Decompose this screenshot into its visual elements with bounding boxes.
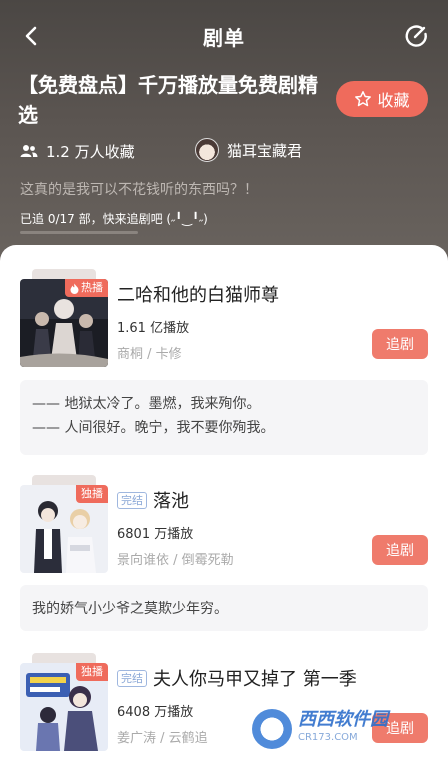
cast-credits: 商桐 / 卡修 — [117, 347, 182, 362]
cover: 热播 — [20, 269, 108, 377]
quote-box: —— 地狱太冷了。墨燃，我来殉你。 —— 人间很好。晚宁，我不要你殉我。 — [20, 380, 428, 455]
tag-label: 热播 — [81, 281, 103, 294]
author-name: 猫耳宝藏君 — [227, 141, 303, 160]
playlist-meta: 1.2 万人收藏 猫耳宝藏君 — [20, 138, 430, 164]
top-bar: 剧单 — [0, 0, 448, 72]
watermark-logo-icon — [252, 709, 292, 749]
cover: 独播 — [20, 653, 108, 761]
play-count: 1.61 亿播放 — [117, 321, 190, 336]
favorites-count-text: 1.2 万人收藏 — [46, 142, 135, 161]
playlist-description: 这真的是我可以不花钱听的东西吗？！ — [20, 182, 258, 198]
edit-button[interactable] — [402, 22, 430, 50]
users-icon — [20, 145, 38, 157]
avatar — [195, 138, 219, 162]
item-title: 夫人你马甲又掉了 第一季 — [153, 669, 357, 690]
playlist-title: 【免费盘点】千万播放量免费剧精选 — [18, 73, 318, 127]
star-icon — [355, 91, 372, 107]
follow-button[interactable]: 追剧 — [372, 535, 428, 565]
play-count: 6408 万播放 — [117, 705, 194, 720]
follow-progress-text: 已追 0/17 部，快来追剧吧 (˶╹‿╹˶) — [20, 212, 208, 226]
list-item[interactable]: 独播 完结 落池 6801 万播放 景向谁依 / 倒霉死勒 追剧 — [0, 475, 448, 585]
tag-label: 独播 — [81, 487, 103, 500]
page-title: 剧单 — [203, 26, 245, 50]
item-title-row: 完结 夫人你马甲又掉了 第一季 — [117, 665, 357, 691]
hot-tag: 热播 — [65, 279, 108, 297]
drama-list: 热播 二哈和他的白猫师尊 1.61 亿播放 商桐 / 卡修 追剧 —— 地狱太冷… — [0, 245, 448, 765]
watermark-text: 西西软件园 CR173.COM — [298, 711, 388, 747]
item-title: 落池 — [153, 491, 189, 512]
item-title-row: 二哈和他的白猫师尊 — [117, 281, 279, 307]
flame-icon — [70, 283, 79, 294]
quote-box: 我的娇气小少爷之莫欺少年穷。 — [20, 585, 428, 631]
status-badge: 完结 — [117, 669, 147, 687]
item-title: 二哈和他的白猫师尊 — [117, 285, 279, 306]
exclusive-tag: 独播 — [76, 485, 108, 503]
follow-progress-bar — [20, 231, 138, 234]
item-title-row: 完结 落池 — [117, 487, 189, 513]
follow-button[interactable]: 追剧 — [372, 329, 428, 359]
play-count: 6801 万播放 — [117, 527, 194, 542]
tag-label: 独播 — [81, 665, 103, 678]
watermark: 西西软件园 CR173.COM — [252, 709, 432, 749]
quote-line: —— 地狱太冷了。墨燃，我来殉你。 — [32, 396, 261, 412]
cast-credits: 姜广涛 / 云鹤追 — [117, 731, 208, 746]
author-link[interactable]: 猫耳宝藏君 — [195, 138, 302, 162]
quote-line: 我的娇气小少爷之莫欺少年穷。 — [32, 601, 228, 617]
quote-line: —— 人间很好。晚宁，我不要你殉我。 — [32, 420, 275, 436]
list-item[interactable]: 热播 二哈和他的白猫师尊 1.61 亿播放 商桐 / 卡修 追剧 — [0, 269, 448, 379]
edit-icon — [405, 25, 427, 47]
status-badge: 完结 — [117, 491, 147, 509]
watermark-brand: 西西软件园 — [298, 709, 388, 730]
collect-label: 收藏 — [377, 91, 410, 110]
cover: 独播 — [20, 475, 108, 583]
collect-button[interactable]: 收藏 — [336, 81, 428, 117]
cast-credits: 景向谁依 / 倒霉死勒 — [117, 553, 234, 568]
watermark-url: CR173.COM — [298, 732, 358, 743]
exclusive-tag: 独播 — [76, 663, 108, 681]
favorites-count: 1.2 万人收藏 — [20, 141, 135, 162]
